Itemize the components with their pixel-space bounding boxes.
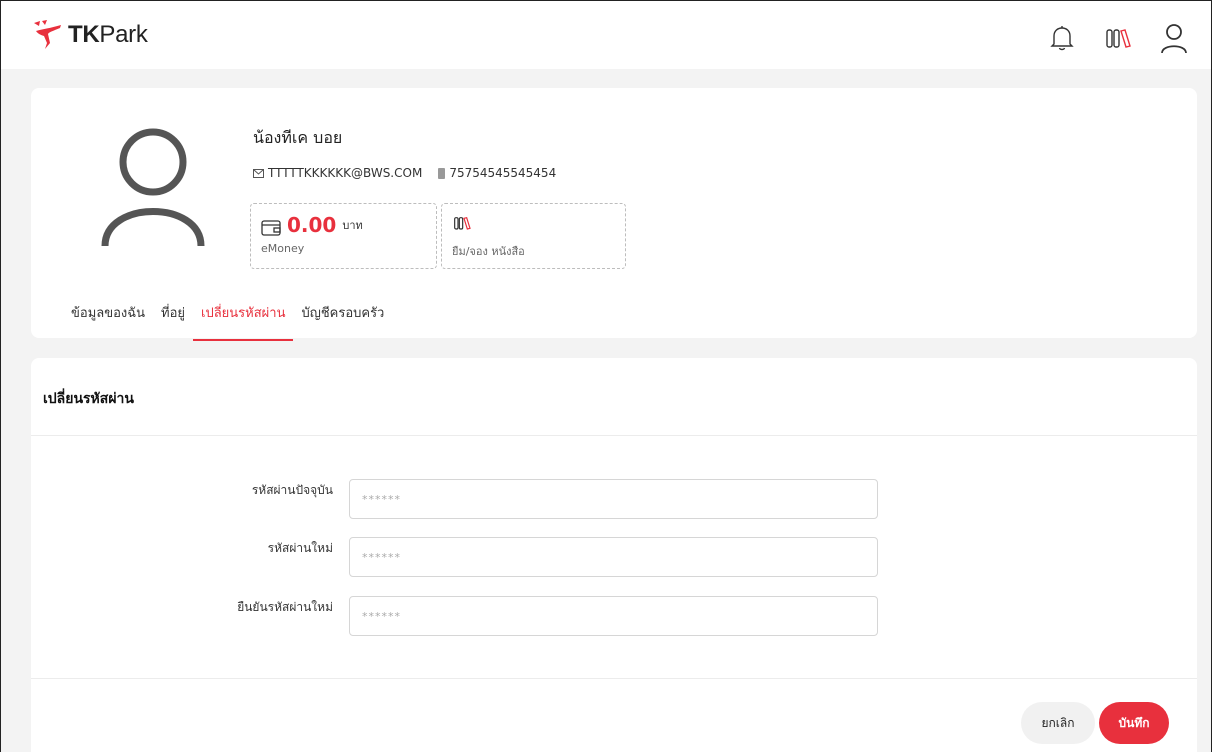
tab-change-password[interactable]: เปลี่ยนรหัสผ่าน bbox=[193, 301, 294, 341]
logo[interactable]: TKPark bbox=[31, 19, 148, 51]
tab-address[interactable]: ที่อยู่ bbox=[153, 301, 193, 341]
profile-tabs: ข้อมูลของฉัน ที่อยู่ เปลี่ยนรหัสผ่าน บัญ… bbox=[63, 301, 392, 341]
divider bbox=[31, 435, 1197, 436]
borrow-label: ยืม/จอง หนังสือ bbox=[452, 245, 525, 258]
current-password-row: รหัสผ่านปัจจุบัน bbox=[31, 479, 1197, 519]
card-icon bbox=[438, 167, 446, 179]
profile-card: น้องทีเค บอย TTTTTKKKKKK@BWS.COM 7575454… bbox=[31, 88, 1197, 341]
logo-mark-icon bbox=[34, 20, 61, 49]
divider bbox=[31, 678, 1197, 679]
mail-icon bbox=[253, 168, 264, 178]
card-number-text: 75754545545454 bbox=[449, 166, 557, 180]
emoney-box[interactable]: 0.00 บาท eMoney bbox=[250, 203, 437, 269]
change-password-card: เปลี่ยนรหัสผ่าน รหัสผ่านปัจจุบัน รหัสผ่า… bbox=[31, 358, 1197, 752]
profile-email: TTTTTKKKKKK@BWS.COM bbox=[253, 166, 422, 180]
books-icon bbox=[454, 216, 471, 230]
borrow-box[interactable]: ยืม/จอง หนังสือ bbox=[441, 203, 626, 269]
emoney-unit: บาท bbox=[342, 219, 363, 232]
profile-name: น้องทีเค บอย bbox=[253, 128, 343, 147]
emoney-value: 0.00 bbox=[287, 213, 337, 237]
save-button[interactable]: บันทึก bbox=[1099, 702, 1169, 744]
top-header: TKPark bbox=[1, 1, 1211, 69]
current-password-label: รหัสผ่านปัจจุบัน bbox=[251, 483, 333, 497]
new-password-label: รหัสผ่านใหม่ bbox=[267, 541, 333, 555]
emoney-label: eMoney bbox=[261, 242, 305, 255]
tab-my-info[interactable]: ข้อมูลของฉัน bbox=[63, 301, 153, 341]
books-icon[interactable] bbox=[1101, 21, 1135, 55]
confirm-password-row: ยืนยันรหัสผ่านใหม่ bbox=[31, 596, 1197, 636]
confirm-password-input[interactable] bbox=[349, 596, 878, 636]
wallet-icon bbox=[261, 220, 281, 236]
tab-family-account[interactable]: บัญชีครอบครัว bbox=[293, 301, 392, 341]
user-icon[interactable] bbox=[1157, 21, 1191, 55]
logo-text: TKPark bbox=[68, 21, 148, 48]
email-text: TTTTTKKKKKK@BWS.COM bbox=[268, 166, 423, 180]
app-frame: TKPark น้องทีเค บอย TTTTTKKKKKK@BWS.COM … bbox=[0, 0, 1212, 752]
profile-meta: TTTTTKKKKKK@BWS.COM 75754545545454 bbox=[253, 166, 572, 180]
new-password-row: รหัสผ่านใหม่ bbox=[31, 537, 1197, 577]
current-password-input[interactable] bbox=[349, 479, 878, 519]
confirm-password-label: ยืนยันรหัสผ่านใหม่ bbox=[237, 600, 333, 614]
bell-icon[interactable] bbox=[1045, 21, 1079, 55]
new-password-input[interactable] bbox=[349, 537, 878, 577]
profile-card-number: 75754545545454 bbox=[438, 166, 556, 180]
header-actions bbox=[1045, 21, 1191, 55]
section-title: เปลี่ยนรหัสผ่าน bbox=[43, 391, 134, 407]
cancel-button[interactable]: ยกเลิก bbox=[1021, 702, 1095, 744]
avatar-icon bbox=[101, 128, 205, 247]
